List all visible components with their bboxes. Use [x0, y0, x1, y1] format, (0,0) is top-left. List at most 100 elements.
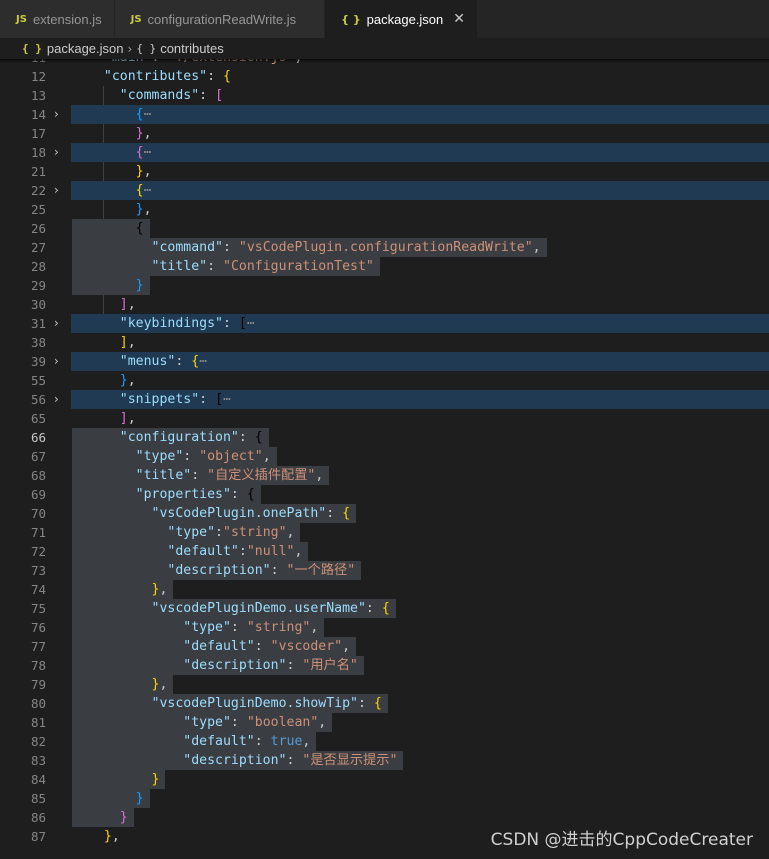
code-text: {⋯: [135, 107, 152, 122]
line-number: 81: [30, 715, 46, 730]
code-line[interactable]: › 14 {⋯: [0, 105, 769, 124]
code-line[interactable]: 78 "description": "用户名": [0, 656, 769, 675]
code-text: "vsCodePlugin.onePath": {: [72, 504, 357, 523]
chevron-right-icon[interactable]: ›: [54, 181, 59, 200]
line-number: 28: [30, 259, 46, 274]
code-line[interactable]: 17 },: [0, 124, 769, 143]
chevron-right-icon: ›: [127, 41, 133, 56]
chevron-right-icon[interactable]: ›: [54, 105, 59, 124]
code-text: ],: [119, 297, 136, 312]
code-text: "commands": [: [119, 88, 224, 103]
code-line[interactable]: 73 "description": "一个路径": [0, 561, 769, 580]
code-line[interactable]: 79 },: [0, 675, 769, 694]
code-line[interactable]: 69 "properties": {: [0, 485, 769, 504]
code-text: "title": "自定义插件配置",: [72, 466, 330, 485]
line-number: 75: [30, 601, 46, 616]
tab-extension-js[interactable]: JS extension.js: [0, 0, 115, 38]
code-line[interactable]: 26 {: [0, 219, 769, 238]
folded-region-highlight: [71, 181, 769, 200]
tab-configurationreadwrite-js[interactable]: JS configurationReadWrite.js: [114, 0, 326, 38]
code-line[interactable]: 75 "vscodePluginDemo.userName": {: [0, 599, 769, 618]
code-text: "default": "vscoder",: [72, 637, 357, 656]
code-line[interactable]: 25 },: [0, 200, 769, 219]
code-text: "vscodePluginDemo.showTip": {: [72, 694, 388, 713]
line-number: 73: [30, 563, 46, 578]
line-number: 68: [30, 468, 46, 483]
code-text: {⋯: [135, 183, 152, 198]
line-number: 18: [30, 145, 46, 160]
code-line[interactable]: 72 "default":"null",: [0, 542, 769, 561]
code-line[interactable]: 76 "type": "string",: [0, 618, 769, 637]
code-line[interactable]: 74 },: [0, 580, 769, 599]
line-number: 14: [30, 107, 46, 122]
close-icon[interactable]: ✕: [453, 11, 465, 27]
code-line[interactable]: › 22 {⋯: [0, 181, 769, 200]
line-number: 82: [30, 734, 46, 749]
code-text: "title": "ConfigurationTest": [72, 257, 380, 276]
code-text: },: [72, 580, 174, 599]
line-number: 39: [30, 354, 46, 369]
chevron-right-icon[interactable]: ›: [54, 352, 59, 371]
code-editor[interactable]: 11 "main": "./extension.js",12 "contribu…: [0, 59, 769, 859]
line-number: 25: [30, 202, 46, 217]
line-number: 55: [30, 373, 46, 388]
line-number: 77: [30, 639, 46, 654]
code-line[interactable]: 66 "configuration": {: [0, 428, 769, 447]
code-line[interactable]: 80 "vscodePluginDemo.showTip": {: [0, 694, 769, 713]
tab-package-json[interactable]: { } package.json ✕: [325, 0, 479, 38]
code-line[interactable]: 81 "type": "boolean",: [0, 713, 769, 732]
code-line[interactable]: 82 "default": true,: [0, 732, 769, 751]
code-text: "type":"string",: [72, 523, 301, 542]
tab-label: package.json: [366, 11, 444, 27]
js-icon: JS: [130, 13, 142, 25]
line-number: 26: [30, 221, 46, 236]
watermark: CSDN @进击的CppCodeCreater: [490, 830, 753, 850]
code-line[interactable]: 12 "contributes": {: [0, 67, 769, 86]
code-text: }: [72, 808, 134, 827]
line-number: 29: [30, 278, 46, 293]
code-line[interactable]: 13 "commands": [: [0, 86, 769, 105]
code-line[interactable]: 84 }: [0, 770, 769, 789]
chevron-right-icon[interactable]: ›: [54, 314, 59, 333]
code-text: "command": "vsCodePlugin.configurationRe…: [72, 238, 547, 257]
line-number: 69: [30, 487, 46, 502]
line-number: 76: [30, 620, 46, 635]
code-line[interactable]: 68 "title": "自定义插件配置",: [0, 466, 769, 485]
code-line[interactable]: 28 "title": "ConfigurationTest": [0, 257, 769, 276]
code-line[interactable]: 70 "vsCodePlugin.onePath": {: [0, 504, 769, 523]
code-line[interactable]: 67 "type": "object",: [0, 447, 769, 466]
line-number: 65: [30, 411, 46, 426]
code-line[interactable]: › 31 "keybindings": [⋯: [0, 314, 769, 333]
code-line[interactable]: 85 }: [0, 789, 769, 808]
code-text: {: [72, 219, 150, 238]
editor-tab-bar: JS extension.js JS configurationReadWrit…: [0, 0, 769, 38]
chevron-right-icon[interactable]: ›: [54, 390, 59, 409]
code-line[interactable]: 27 "command": "vsCodePlugin.configuratio…: [0, 238, 769, 257]
code-line[interactable]: 30 ],: [0, 295, 769, 314]
code-line[interactable]: 83 "description": "是否显示提示": [0, 751, 769, 770]
code-text: },: [119, 373, 136, 388]
code-line[interactable]: 55 },: [0, 371, 769, 390]
code-line[interactable]: 21 },: [0, 162, 769, 181]
code-line[interactable]: 29 }: [0, 276, 769, 295]
code-line[interactable]: 71 "type":"string",: [0, 523, 769, 542]
code-text: },: [135, 126, 152, 141]
code-line[interactable]: 38 ],: [0, 333, 769, 352]
line-number: 22: [30, 183, 46, 198]
code-line[interactable]: 65 ],: [0, 409, 769, 428]
code-line[interactable]: › 18 {⋯: [0, 143, 769, 162]
code-line[interactable]: 77 "default": "vscoder",: [0, 637, 769, 656]
code-text: "description": "是否显示提示": [72, 751, 404, 770]
folded-region-highlight: [71, 105, 769, 124]
line-number: 79: [30, 677, 46, 692]
chevron-right-icon[interactable]: ›: [54, 143, 59, 162]
code-line[interactable]: › 39 "menus": {⋯: [0, 352, 769, 371]
code-text: "properties": {: [72, 485, 261, 504]
breadcrumb-symbol[interactable]: contributes: [160, 41, 224, 56]
code-text: "type": "string",: [72, 618, 325, 637]
breadcrumb-file[interactable]: package.json: [47, 41, 124, 56]
object-icon: { }: [136, 42, 157, 55]
code-text: "keybindings": [⋯: [119, 316, 255, 331]
line-number: 80: [30, 696, 46, 711]
code-line[interactable]: › 56 "snippets": [⋯: [0, 390, 769, 409]
